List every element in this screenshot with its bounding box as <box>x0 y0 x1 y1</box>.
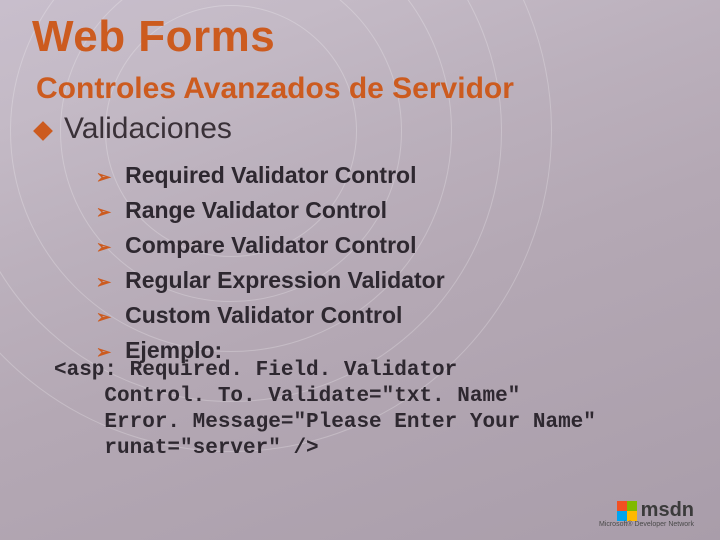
section-heading-text: Validaciones <box>64 112 232 146</box>
arrow-icon: ➢ <box>96 163 111 191</box>
msdn-logo: msdn Microsoft® Developer Network <box>617 499 694 522</box>
slide-title: Web Forms <box>32 12 275 62</box>
bullet-text: Range Validator Control <box>125 195 387 225</box>
section-heading: Validaciones <box>36 112 232 146</box>
list-item: ➢ Compare Validator Control <box>96 230 445 261</box>
arrow-icon: ➢ <box>96 198 111 226</box>
arrow-icon: ➢ <box>96 268 111 296</box>
list-item: ➢ Custom Validator Control <box>96 300 445 331</box>
list-item: ➢ Required Validator Control <box>96 160 445 191</box>
logo-text: msdn <box>641 499 694 521</box>
microsoft-flag-icon <box>617 501 637 521</box>
bullet-list: ➢ Required Validator Control ➢ Range Val… <box>96 160 445 370</box>
bullet-text: Compare Validator Control <box>125 230 416 260</box>
list-item: ➢ Range Validator Control <box>96 195 445 226</box>
bullet-text: Required Validator Control <box>125 160 416 190</box>
diamond-bullet-icon <box>33 121 53 141</box>
logo-subtext: Microsoft® Developer Network <box>599 521 694 528</box>
slide-subtitle: Controles Avanzados de Servidor <box>36 72 514 106</box>
slide: Web Forms Controles Avanzados de Servido… <box>0 0 720 540</box>
code-block: <asp: Required. Field. Validator Control… <box>54 358 596 462</box>
bullet-text: Custom Validator Control <box>125 300 402 330</box>
arrow-icon: ➢ <box>96 303 111 331</box>
bullet-text: Regular Expression Validator <box>125 265 445 295</box>
arrow-icon: ➢ <box>96 233 111 261</box>
list-item: ➢ Regular Expression Validator <box>96 265 445 296</box>
